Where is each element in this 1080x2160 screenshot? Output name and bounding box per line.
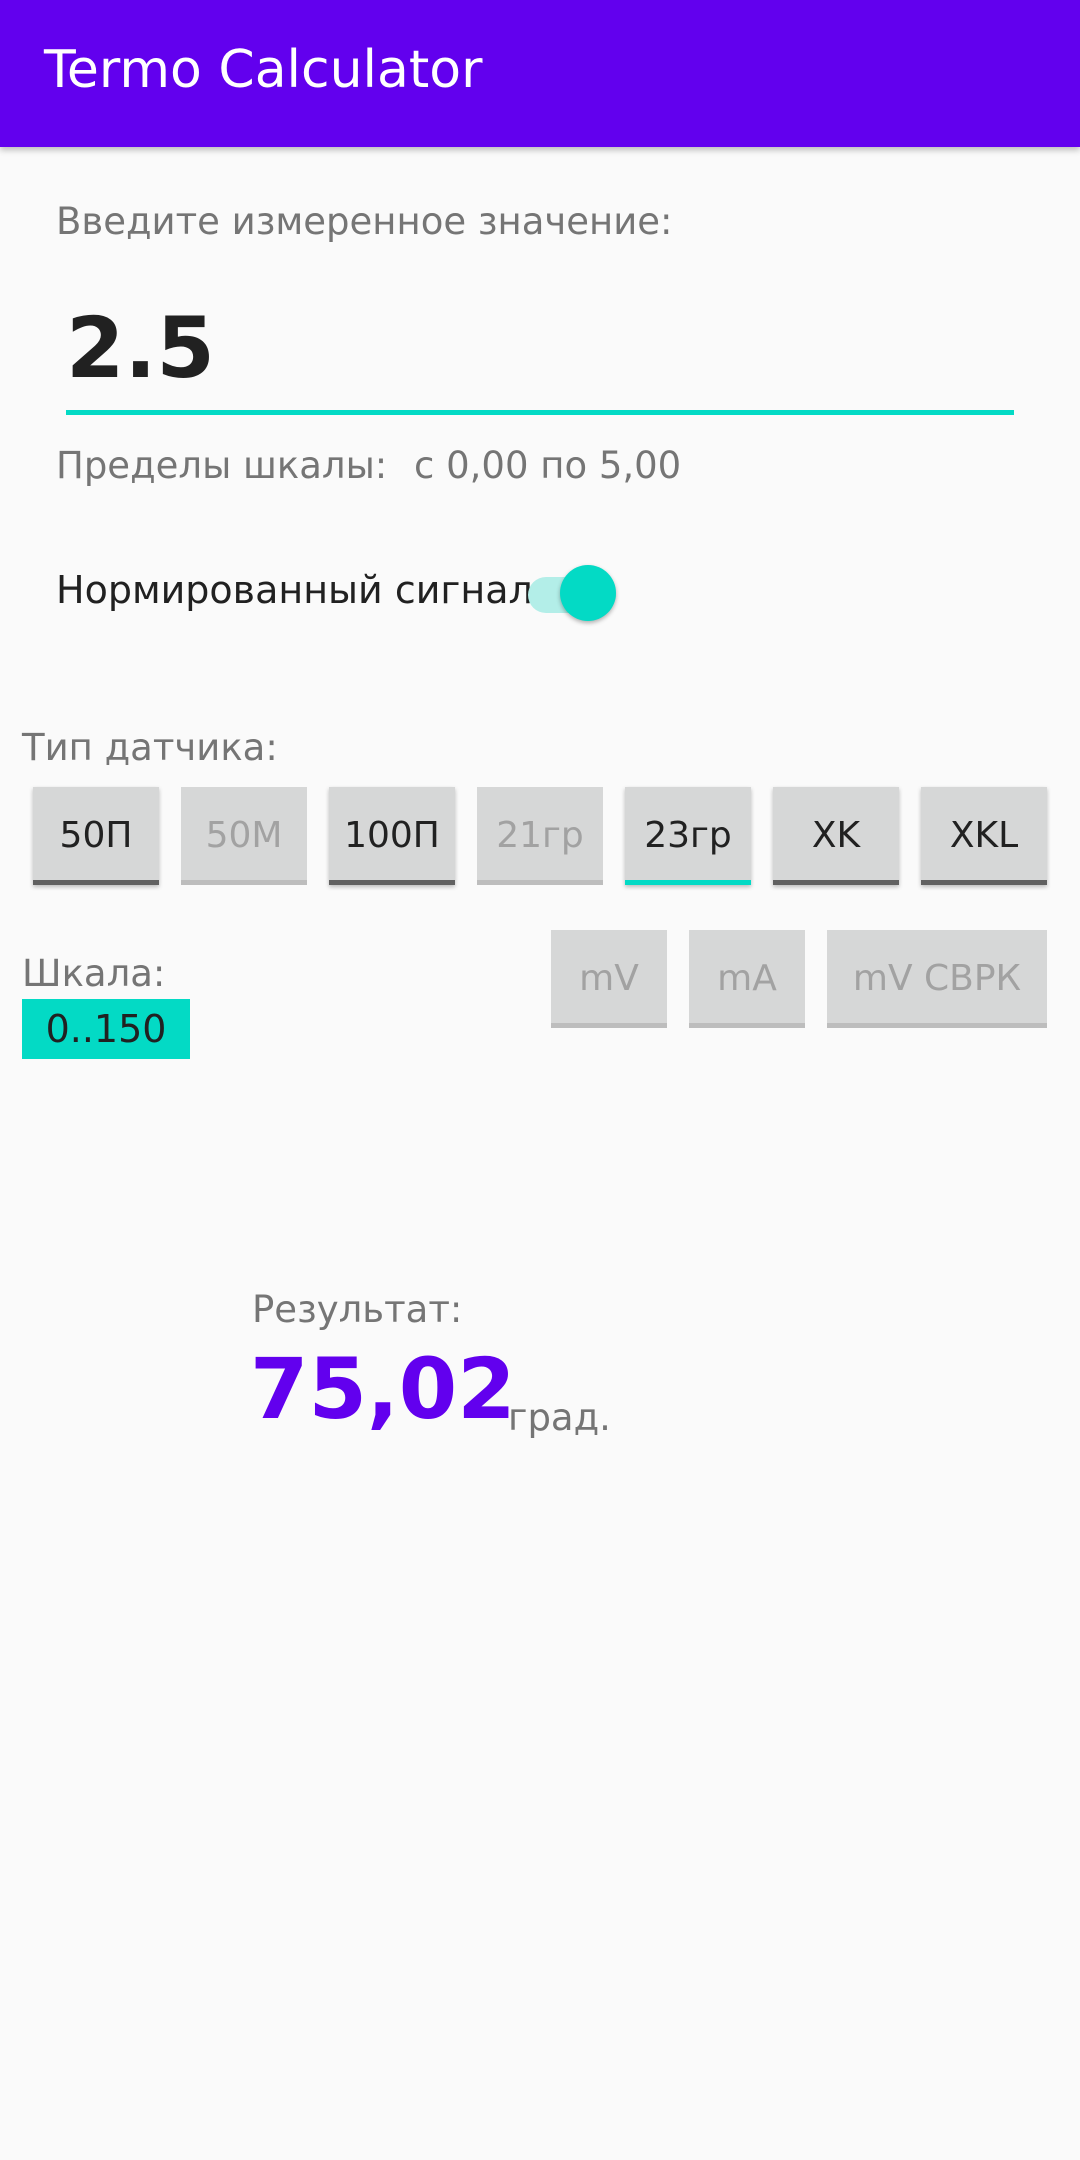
- unit-button-ma[interactable]: mA: [689, 930, 805, 1028]
- button-underline: [827, 1023, 1047, 1028]
- app-bar: Termo Calculator: [0, 0, 1080, 147]
- sensor-button-label: 21гр: [496, 815, 584, 856]
- sensor-button-label: 23гр: [644, 815, 732, 856]
- measured-value-input[interactable]: [66, 300, 1016, 396]
- sensor-button-50p[interactable]: 50П: [33, 787, 159, 885]
- sensor-button-label: 50М: [205, 815, 283, 856]
- button-underline: [773, 880, 899, 885]
- scale-value: 0..150: [22, 999, 190, 1059]
- button-underline: [625, 880, 751, 885]
- switch-thumb: [560, 565, 616, 621]
- unit-button-mv[interactable]: mV: [551, 930, 667, 1028]
- input-label: Введите измеренное значение:: [56, 200, 673, 243]
- sensor-button-xkl[interactable]: XKL: [921, 787, 1047, 885]
- app-title: Termo Calculator: [44, 40, 483, 100]
- scale-label: Шкала:: [22, 952, 166, 995]
- button-underline: [477, 880, 603, 885]
- normalized-signal-switch[interactable]: [528, 565, 620, 621]
- button-underline: [329, 880, 455, 885]
- button-underline: [689, 1023, 805, 1028]
- sensor-button-label: XKL: [949, 815, 1019, 856]
- result-value: 75,02: [250, 1340, 516, 1438]
- scale-limits-value: с 0,00 по 5,00: [414, 444, 682, 487]
- sensor-button-21gr[interactable]: 21гр: [477, 787, 603, 885]
- normalized-signal-label: Нормированный сигнал: [56, 568, 533, 612]
- sensor-button-xk[interactable]: XK: [773, 787, 899, 885]
- sensor-button-50m[interactable]: 50М: [181, 787, 307, 885]
- sensor-button-label: 100П: [344, 815, 440, 856]
- sensor-button-label: 50П: [59, 815, 133, 856]
- button-underline: [33, 880, 159, 885]
- button-underline: [551, 1023, 667, 1028]
- unit-button-label: mA: [717, 958, 777, 999]
- result-label: Результат:: [252, 1288, 463, 1331]
- unit-button-mv-svrk[interactable]: mV СВРК: [827, 930, 1047, 1028]
- sensor-type-label: Тип датчика:: [22, 726, 278, 769]
- sensor-button-100p[interactable]: 100П: [329, 787, 455, 885]
- unit-button-label: mV СВРК: [852, 958, 1022, 999]
- input-underline: [66, 410, 1014, 415]
- unit-button-label: mV: [579, 958, 639, 999]
- sensor-button-23gr[interactable]: 23гр: [625, 787, 751, 885]
- scale-limits-label: Пределы шкалы:: [56, 444, 388, 487]
- result-unit: град.: [508, 1396, 611, 1439]
- button-underline: [921, 880, 1047, 885]
- sensor-button-label: XK: [811, 815, 861, 856]
- button-underline: [181, 880, 307, 885]
